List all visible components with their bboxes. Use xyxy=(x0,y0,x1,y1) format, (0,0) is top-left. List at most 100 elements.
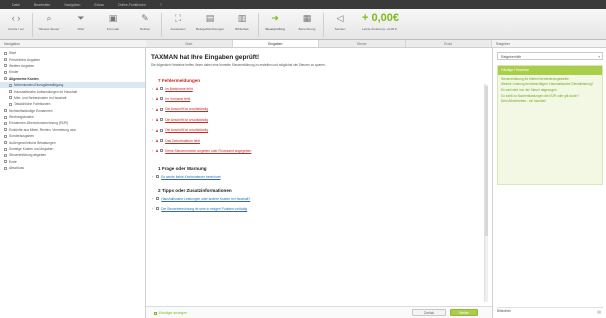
tip-link[interactable]: Die Steuerberechnung ist sehr in einigen… xyxy=(161,207,247,211)
error-checkbox[interactable] xyxy=(160,107,164,111)
question-link[interactable]: Es wurde keine Kirchensteuer berechnet xyxy=(161,175,220,179)
hints-box-title: Häufige Hinweise xyxy=(498,66,602,75)
error-row[interactable]: › Die Anschrift ist unvollständig xyxy=(152,117,208,122)
toolbar-button-book[interactable]: ▥ Bibliothek xyxy=(226,9,258,32)
error-checkbox[interactable] xyxy=(160,97,164,101)
toolbar-button-send[interactable]: ◁ Senden xyxy=(324,9,356,32)
toolbar-button-label: Berechnung xyxy=(298,27,316,31)
back-button[interactable]: Zurück xyxy=(412,309,446,316)
error-link[interactable]: Keine Steuernummer angeben oder Finanzam… xyxy=(165,149,251,153)
sidebar-item-label: Allgemeine Kosten xyxy=(9,76,39,81)
show-done-label: Erledigte anzeigen xyxy=(159,311,188,315)
document-icon xyxy=(4,121,7,125)
error-row[interactable]: › Ihr Vorname fehlt xyxy=(152,96,190,101)
error-row[interactable]: › Im Bankname fehlt xyxy=(152,86,193,91)
sidebar-item-label: Sonderausgaben xyxy=(9,134,35,139)
library-footer[interactable]: Bibliothek ▤ xyxy=(497,307,603,314)
arrow-left-right-icon: ‹ › xyxy=(11,13,21,23)
show-done-checkbox[interactable] xyxy=(154,311,157,315)
error-checkbox[interactable] xyxy=(160,118,164,122)
show-done-toggle[interactable]: Erledigte anzeigen xyxy=(154,311,187,315)
toolbar-button-people[interactable]: ⛶ Ausweisen xyxy=(162,9,194,32)
tip-checkbox[interactable] xyxy=(156,196,160,201)
error-link[interactable]: Die Anschrift ist unvollständig xyxy=(165,118,208,122)
toolbar-button-label: zurück / vor xyxy=(8,27,24,31)
search-icon: ⌕ xyxy=(46,13,52,23)
sidebar-item-label: Weitere Angaben xyxy=(9,63,35,68)
error-link[interactable]: Im Bankname fehlt xyxy=(165,87,193,91)
error-checkbox[interactable] xyxy=(160,149,164,153)
error-link[interactable]: Die Anschrift ist unvollständig xyxy=(165,128,208,132)
ratgeber-select[interactable]: Ratgeberhilfe ▾ xyxy=(497,52,603,60)
questions-header: 1 Frage oder Warnung xyxy=(158,166,207,171)
warning-icon xyxy=(156,118,158,122)
vertical-scrollbar[interactable] xyxy=(484,84,488,302)
menu-item[interactable]: ? xyxy=(160,3,162,7)
document-icon xyxy=(4,64,7,68)
tab-0[interactable]: Start xyxy=(146,40,233,47)
toolbar-button-form[interactable]: ▣ Formular xyxy=(97,9,129,32)
sidebar-item-label: Sonstige Kosten und Angaben xyxy=(9,147,54,152)
error-row[interactable]: › Das Geburtsdatum fehlt xyxy=(152,138,200,143)
sidebar-item-label: Nebenkosten-Einzugsbestätigung xyxy=(14,83,64,88)
question-row[interactable]: › Es wurde keine Kirchensteuer berechnet xyxy=(152,174,221,179)
menu-item[interactable]: Navigation xyxy=(64,3,80,7)
toolbar-button-label: Belege/Rechnungen xyxy=(195,27,225,31)
document-icon xyxy=(4,153,7,157)
app-window: Datei Bearbeiten Navigation Extras Online-Fu… xyxy=(0,0,606,318)
sidebar-item-label: Einkünfte aus Miete, Renten, Vermietung … xyxy=(9,127,77,132)
tab-2[interactable]: Steuer xyxy=(319,40,406,47)
sidebar-item[interactable]: Abschluss xyxy=(0,165,145,171)
toolbar-button-filter[interactable]: ⏷ Filter xyxy=(65,9,97,32)
next-button[interactable]: Weiter xyxy=(450,309,478,316)
error-checkbox[interactable] xyxy=(160,138,164,143)
error-checkbox[interactable] xyxy=(160,86,164,91)
menu-item[interactable]: Bearbeiten xyxy=(34,3,50,7)
hint-link[interactable]: Dein Altvertrieben - ein Nachteil xyxy=(498,98,602,104)
error-checkbox[interactable] xyxy=(160,128,164,132)
check-icon: ➜ xyxy=(271,13,279,23)
toolbar-button-arrow-left-right[interactable]: ‹ › zurück / vor xyxy=(0,9,32,32)
toolbar-button-pencil[interactable]: ✎ Notizen xyxy=(129,9,161,32)
toolbar-button-label: Notizen xyxy=(139,27,151,31)
toolbar: ‹ › zurück / vor ⌕ Hinweis Steuer ⏷ Filter ▣ Fo… xyxy=(0,9,606,40)
question-checkbox[interactable] xyxy=(156,174,160,179)
toolbar-button-check[interactable]: ➜ Steuerprüfung xyxy=(259,9,291,32)
toolbar-button-calculator[interactable]: ▦ Berechnung xyxy=(291,9,323,32)
error-link[interactable]: Die Anschrift ist unvollständig xyxy=(165,107,208,111)
tip-row[interactable]: › Haushaltsnahe Leistungen oder andere Ko… xyxy=(152,196,250,201)
toolbar-button-label: Steuerprüfung xyxy=(265,27,285,31)
hint-link[interactable]: Welche Leistung berücksichtigen: Haushal… xyxy=(498,81,602,87)
error-row[interactable]: › Keine Steuernummer angeben oder Finanza… xyxy=(152,148,251,153)
error-row[interactable]: › Die Anschrift ist unvollständig xyxy=(152,107,208,112)
menu-item[interactable]: Datei xyxy=(12,3,20,7)
tip-checkbox[interactable] xyxy=(156,207,160,211)
error-link[interactable]: Das Geburtsdatum fehlt xyxy=(165,139,200,143)
sidebar-item-label: Einnahmen-Überschussrechnung (EÜR) xyxy=(9,121,69,126)
pencil-icon: ✎ xyxy=(141,13,149,23)
error-row[interactable]: › Die Anschrift ist unvollständig xyxy=(152,128,208,133)
tip-row[interactable]: › Die Steuerberechnung ist sehr in einige… xyxy=(152,206,247,211)
document-icon xyxy=(4,51,7,55)
document-icon xyxy=(4,115,7,119)
menu-item[interactable]: Online-Funktionen xyxy=(118,3,146,7)
tab-3[interactable]: Ende xyxy=(406,40,492,47)
sidebar-item-label: Miet- und Nebenkosten im Haushalt xyxy=(14,95,67,100)
menu-item[interactable]: Extras xyxy=(94,3,104,7)
toolbar-button-label: Hinweis Steuer xyxy=(38,27,60,31)
document-icon xyxy=(9,102,12,106)
tip-link[interactable]: Haushaltsnahe Leistungen oder andere Kos… xyxy=(161,197,250,201)
tab-1[interactable]: Eingaben xyxy=(232,40,319,47)
warning-icon xyxy=(156,107,158,111)
scrollbar-thumb[interactable] xyxy=(485,86,488,236)
sidebar-item-label: Haushaltsnahe Aufwendungen im Haushalt xyxy=(14,89,78,94)
refund-display: + 0,00€ Letzte Änderung: +0,00 € xyxy=(356,9,416,32)
filter-icon: ⏷ xyxy=(77,13,85,23)
toolbar-button-search[interactable]: ⌕ Hinweis Steuer xyxy=(33,9,65,32)
calculator-icon: ▦ xyxy=(302,13,312,23)
toolbar-button-receipt[interactable]: ▤ Belege/Rechnungen xyxy=(194,9,226,32)
sidebar-item-label: Tatsächliche Fahrtkosten xyxy=(14,102,51,107)
error-link[interactable]: Ihr Vorname fehlt xyxy=(165,97,190,101)
toolbar-button-label: Bibliothek xyxy=(235,27,249,31)
toolbar-button-label: Ausweisen xyxy=(170,27,186,31)
